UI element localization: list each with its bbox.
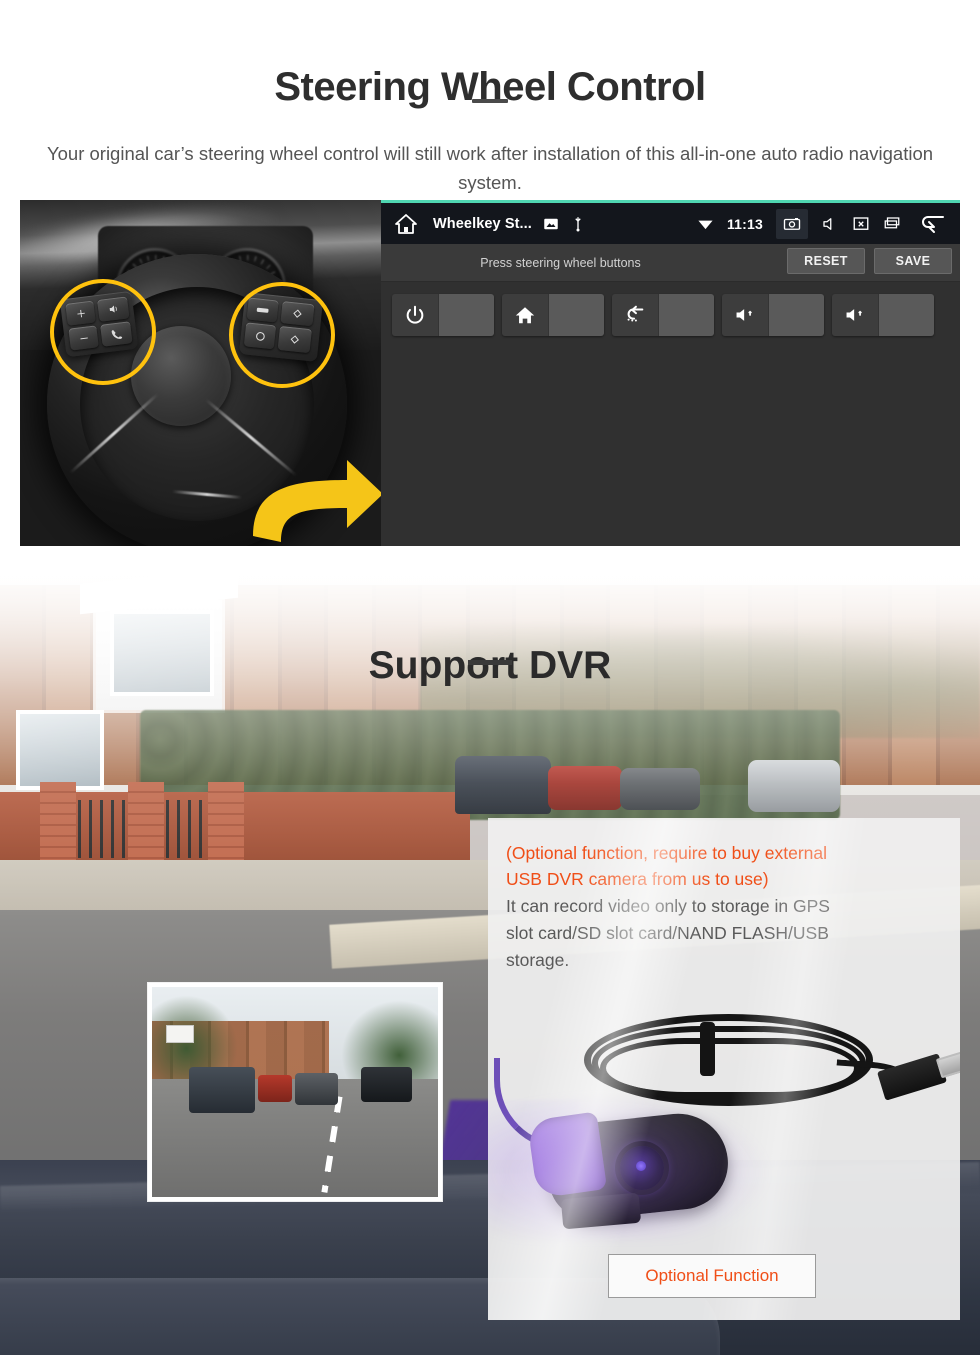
steering-wheel-control-section: Steering Wheel Control Your original car… <box>0 0 980 560</box>
optional-note-line-2: USB DVR camera from us to use) <box>506 869 769 889</box>
highlight-circle-right <box>229 282 335 388</box>
usb-connector <box>877 1053 947 1101</box>
title-divider <box>472 99 508 103</box>
key-mapping-row-back[interactable] <box>612 294 714 336</box>
wifi-icon <box>698 220 713 230</box>
dvr-preview-inset <box>148 983 442 1201</box>
optional-function-button[interactable]: Optional Function <box>608 1254 816 1298</box>
dvr-info-panel: (Optional function, require to buy exter… <box>488 818 960 1320</box>
key-mapping-row-volume-up-2[interactable] <box>832 294 934 336</box>
dvr-title-divider <box>468 660 512 665</box>
inset-car-3 <box>295 1073 338 1105</box>
storage-note-line-1: It can record video only to storage in G… <box>506 896 830 916</box>
key-mapping-row-volume-up-1[interactable] <box>722 294 824 336</box>
camera-barrel <box>526 1111 608 1199</box>
volume-up-icon <box>736 309 752 321</box>
key-mapping-row-power[interactable] <box>392 294 494 336</box>
status-bar: Wheelkey St... 11:13 <box>381 203 960 244</box>
screenshot-camera-icon <box>783 217 801 230</box>
usb-dvr-camera-photo <box>488 998 960 1243</box>
back-icon-cell <box>612 294 659 336</box>
key-mapping-list <box>381 282 960 336</box>
dvr-preview-image <box>152 987 438 1197</box>
dvr-info-text: (Optional function, require to buy exter… <box>506 840 942 973</box>
save-button[interactable]: SAVE <box>874 248 952 274</box>
volume-up-key-value-1[interactable] <box>769 294 824 336</box>
camera-lens <box>620 1146 664 1190</box>
highlight-circle-left <box>50 279 156 385</box>
inset-car-4 <box>360 1066 413 1103</box>
home-icon <box>515 307 535 324</box>
volume-up-icon <box>846 309 862 321</box>
volume-up-key-value-2[interactable] <box>879 294 934 336</box>
storage-note-line-3: storage. <box>506 950 570 970</box>
volume-up-icon-cell-2 <box>832 294 879 336</box>
section-title-dvr: Support DVR <box>368 644 612 688</box>
home-icon-cell <box>502 294 549 336</box>
section-subtitle: Your original car’s steering wheel contr… <box>46 142 934 193</box>
volume-mute-icon[interactable] <box>821 215 839 233</box>
key-mapping-row-home[interactable] <box>502 294 604 336</box>
inset-car-1 <box>189 1066 255 1113</box>
power-icon-cell <box>392 294 439 336</box>
home-icon[interactable] <box>393 212 419 236</box>
cable-tie <box>700 1022 715 1076</box>
optional-note-line-1: (Optional function, require to buy exter… <box>506 843 828 863</box>
power-icon <box>406 305 424 324</box>
home-key-value[interactable] <box>549 294 604 336</box>
power-key-value[interactable] <box>439 294 494 336</box>
inset-sign <box>166 1024 195 1043</box>
app-title: Wheelkey St... <box>433 215 532 232</box>
camera-mount-bracket <box>560 1192 642 1230</box>
image-icon <box>544 218 558 229</box>
back-icon <box>627 305 644 322</box>
usb-icon <box>575 216 581 231</box>
back-key-value[interactable] <box>659 294 714 336</box>
head-unit-screen: Wheelkey St... 11:13 Press steering whee… <box>381 200 960 546</box>
back-arrow-icon[interactable] <box>918 213 946 235</box>
volume-up-icon-cell-1 <box>722 294 769 336</box>
inset-car-2 <box>257 1075 293 1103</box>
screen-off-icon[interactable] <box>852 215 870 233</box>
storage-note-line-2: slot card/SD slot card/NAND FLASH/USB <box>506 923 829 943</box>
wheelkey-toolbar: Press steering wheel buttons RESET SAVE <box>381 244 960 282</box>
screenshot-button[interactable] <box>776 208 808 239</box>
recent-apps-icon[interactable] <box>883 215 901 233</box>
cable-coil-inner <box>600 1038 860 1098</box>
product-feature-page: Steering Wheel Control Your original car… <box>0 0 980 1355</box>
reset-button[interactable]: RESET <box>787 248 865 274</box>
page-title: Steering Wheel Control <box>274 64 706 109</box>
transfer-arrow-icon <box>253 460 381 542</box>
status-time: 11:13 <box>726 215 763 232</box>
steering-wheel-photo <box>20 200 381 546</box>
